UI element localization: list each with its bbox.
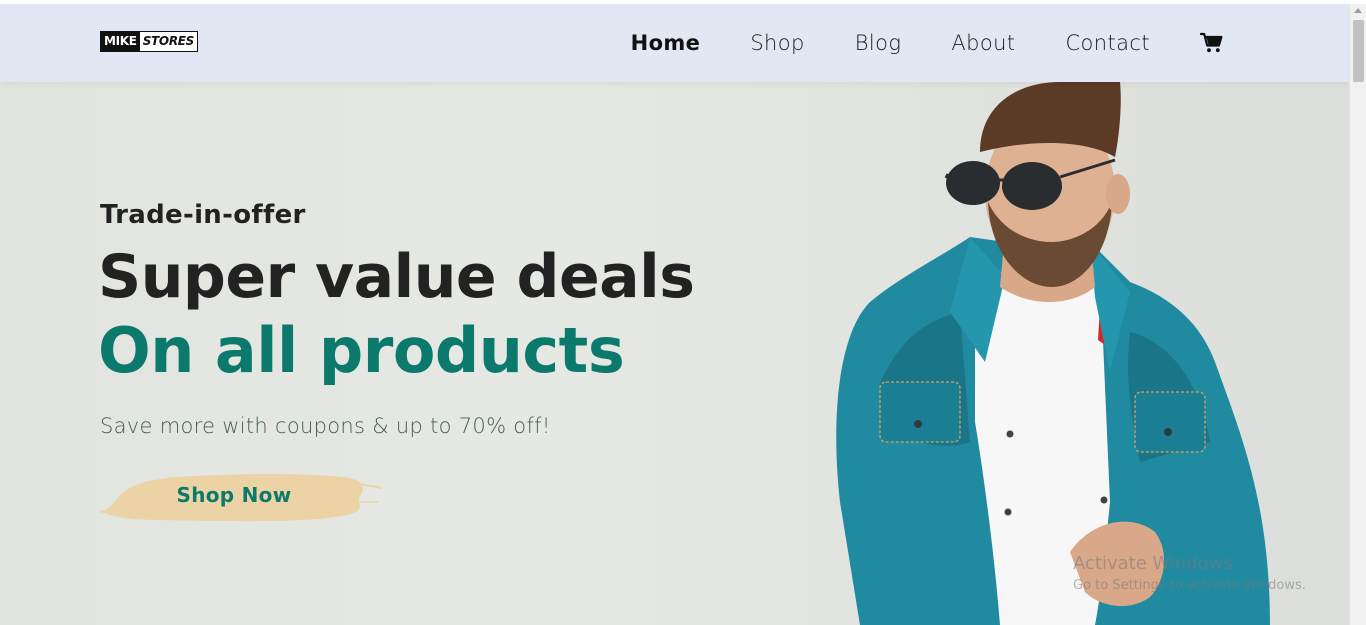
logo-part-stores: STORES xyxy=(139,32,198,51)
main-nav: Home Shop Blog About Contact xyxy=(581,4,1224,82)
hero-model-image xyxy=(836,82,1270,625)
nav-item-shop[interactable]: Shop xyxy=(750,31,804,55)
nav-item-about[interactable]: About xyxy=(951,31,1015,55)
nav-item-home[interactable]: Home xyxy=(631,31,701,55)
site-header: MIKE STORES Home Shop Blog About Contact xyxy=(0,4,1349,82)
nav-item-blog[interactable]: Blog xyxy=(855,31,902,55)
site-logo[interactable]: MIKE STORES xyxy=(100,31,199,52)
hero-subtitle: On all products xyxy=(98,314,625,387)
scrollbar-thumb[interactable] xyxy=(1353,20,1364,82)
watermark-line-1: Activate Windows xyxy=(1073,553,1233,574)
hero-title: Super value deals xyxy=(98,242,695,312)
logo-part-mike: MIKE xyxy=(101,32,140,51)
windows-activation-watermark: Activate Windows Go to Settings to activ… xyxy=(1073,552,1306,596)
shopping-cart-icon[interactable] xyxy=(1200,31,1224,55)
shop-now-button[interactable]: Shop Now xyxy=(100,466,384,524)
vertical-scrollbar[interactable] xyxy=(1349,4,1366,625)
nav-item-contact[interactable]: Contact xyxy=(1065,31,1150,55)
page: MIKE STORES Home Shop Blog About Contact… xyxy=(0,0,1366,625)
shop-now-label: Shop Now xyxy=(176,483,292,507)
scroll-up-arrow-icon[interactable] xyxy=(1354,8,1362,13)
hero-description: Save more with coupons & up to 70% off! xyxy=(100,414,551,438)
hero-section: Trade-in-offer Super value deals On all … xyxy=(0,82,1349,625)
hero-eyebrow: Trade-in-offer xyxy=(100,200,306,230)
watermark-line-2: Go to Settings to activate Windows. xyxy=(1073,578,1306,593)
